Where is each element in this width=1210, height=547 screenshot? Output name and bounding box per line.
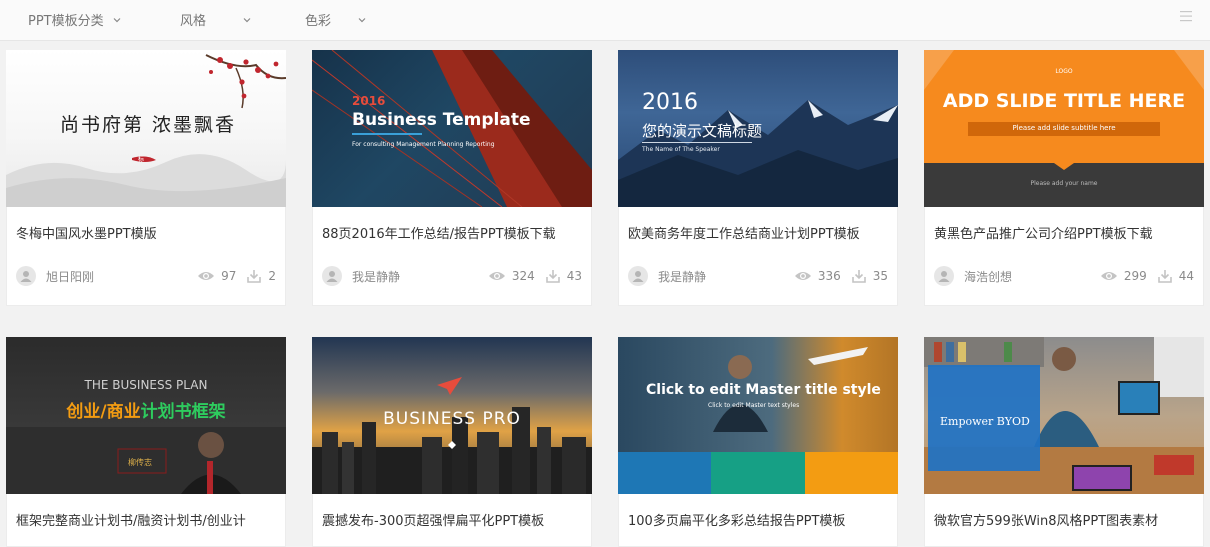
filter-style[interactable]: 风格 xyxy=(180,10,252,29)
card-meta: 海浩创想 299 44 xyxy=(934,266,1194,286)
template-title[interactable]: 88页2016年工作总结/报告PPT模板下载 xyxy=(322,223,582,242)
eye-icon xyxy=(1100,272,1117,280)
thumbnail-subheading: For consulting Management Planning Repor… xyxy=(352,141,495,148)
filter-color[interactable]: 色彩 xyxy=(305,10,367,29)
template-thumbnail[interactable]: LOGO ADD SLIDE TITLE HERE Please add sli… xyxy=(924,50,1204,207)
thumbnail-subheading: Click to edit Master text styles xyxy=(708,402,800,409)
thumbnail-year: 2016 xyxy=(642,90,698,115)
chevron-down-icon xyxy=(358,17,366,22)
template-card[interactable]: Empower BYOD 微软官方599张Win8风格PPT图表素材 xyxy=(924,337,1204,547)
eye-icon xyxy=(794,272,811,280)
thumbnail-year: 2016 xyxy=(352,94,386,108)
thumbnail-kicker: THE BUSINESS PLAN xyxy=(84,378,208,392)
view-count: 97 xyxy=(197,269,236,283)
download-count: 43 xyxy=(545,268,582,284)
template-card[interactable]: LOGO ADD SLIDE TITLE HERE Please add sli… xyxy=(924,50,1204,306)
traveler-art xyxy=(618,347,898,494)
thumbnail-heading: Business Template xyxy=(352,110,531,130)
avatar[interactable] xyxy=(934,266,954,286)
author-name[interactable]: 海浩创想 xyxy=(964,268,1012,285)
download-icon xyxy=(545,270,560,283)
download-icon xyxy=(247,270,262,283)
template-card[interactable]: Click to edit Master title style Click t… xyxy=(618,337,898,547)
user-icon xyxy=(326,271,338,282)
divider xyxy=(642,142,752,143)
thumbnail-name: Please add your name xyxy=(1030,180,1098,187)
thumbnail-heading: Empower BYOD xyxy=(940,415,1030,428)
thumbnail-stamp: 标 xyxy=(138,156,145,163)
user-icon xyxy=(632,271,644,282)
thumbnail-badge: 柳传志 xyxy=(128,458,152,467)
template-title[interactable]: 框架完整商业计划书/融资计划书/创业计 xyxy=(16,510,276,529)
eye-icon xyxy=(198,272,215,280)
menu-icon[interactable] xyxy=(1178,8,1194,24)
card-meta: 我是静静 324 43 xyxy=(322,266,582,286)
thumbnail-heading: BUSINESS PRO xyxy=(383,409,521,429)
thumbnail-logo-text: LOGO xyxy=(1055,68,1073,75)
filter-style-label: 风格 xyxy=(180,14,207,29)
filter-category-label: PPT模板分类 xyxy=(28,14,104,29)
template-title[interactable]: 100多页扁平化多彩总结报告PPT模板 xyxy=(628,510,888,529)
thumbnail-subheading: The Name of The Speaker xyxy=(642,146,720,153)
author-name[interactable]: 旭日阳刚 xyxy=(46,268,94,285)
template-card[interactable]: BUSINESS PRO 震撼发布-300页超强悍扁平化PPT模板 xyxy=(312,337,592,547)
template-card[interactable]: 尚书府第 浓墨飘香 标 冬梅中国风水墨PPT模版 旭日阳刚 97 2 xyxy=(6,50,286,306)
filter-category[interactable]: PPT模板分类 xyxy=(28,10,122,29)
template-thumbnail[interactable]: Click to edit Master title style Click t… xyxy=(618,337,898,494)
user-icon xyxy=(20,271,32,282)
avatar[interactable] xyxy=(322,266,342,286)
template-thumbnail[interactable]: Empower BYOD xyxy=(924,337,1204,494)
template-thumbnail[interactable]: BUSINESS PRO xyxy=(312,337,592,494)
template-card[interactable]: THE BUSINESS PLAN 创业/商业计划书框架 柳传志 框架完整商业计… xyxy=(6,337,286,547)
download-count: 44 xyxy=(1157,268,1194,284)
thumbnail-subheading: Please add slide subtitle here xyxy=(1012,124,1116,132)
card-meta: 我是静静 336 35 xyxy=(628,266,888,286)
download-count: 35 xyxy=(851,268,888,284)
template-card[interactable]: 2016 Business Template For consulting Ma… xyxy=(312,50,592,306)
chevron-down-icon xyxy=(243,17,251,22)
thumbnail-heading: 尚书府第 浓墨飘香 xyxy=(60,114,237,136)
template-thumbnail[interactable]: THE BUSINESS PLAN 创业/商业计划书框架 柳传志 xyxy=(6,337,286,494)
template-card[interactable]: 2016 您的演示文稿标题 The Name of The Speaker 欧美… xyxy=(618,50,898,306)
chevron-down-icon xyxy=(113,17,121,22)
thumbnail-heading: 您的演示文稿标题 xyxy=(642,122,763,140)
author-name[interactable]: 我是静静 xyxy=(352,268,400,285)
filter-bar: PPT模板分类 风格 色彩 xyxy=(0,0,1210,41)
avatar[interactable] xyxy=(16,266,36,286)
avatar[interactable] xyxy=(628,266,648,286)
template-title[interactable]: 冬梅中国风水墨PPT模版 xyxy=(16,223,276,242)
thumbnail-heading: ADD SLIDE TITLE HERE xyxy=(942,90,1186,112)
view-count: 336 xyxy=(794,269,841,283)
template-title[interactable]: 微软官方599张Win8风格PPT图表素材 xyxy=(934,510,1194,529)
view-count: 299 xyxy=(1100,269,1147,283)
template-title[interactable]: 震撼发布-300页超强悍扁平化PPT模板 xyxy=(322,510,582,529)
template-thumbnail[interactable]: 尚书府第 浓墨飘香 标 xyxy=(6,50,286,207)
template-thumbnail[interactable]: 2016 Business Template For consulting Ma… xyxy=(312,50,592,207)
download-count: 2 xyxy=(246,268,276,284)
template-title[interactable]: 欧美商务年度工作总结商业计划PPT模板 xyxy=(628,223,888,242)
accent-line xyxy=(352,133,422,135)
author-name[interactable]: 我是静静 xyxy=(658,268,706,285)
template-thumbnail[interactable]: 2016 您的演示文稿标题 The Name of The Speaker xyxy=(618,50,898,207)
view-count: 324 xyxy=(488,269,535,283)
filter-color-label: 色彩 xyxy=(305,14,332,29)
card-meta: 旭日阳刚 97 2 xyxy=(16,266,276,286)
thumbnail-heading: 创业/商业计划书框架 xyxy=(66,402,226,422)
eye-icon xyxy=(488,272,505,280)
template-title[interactable]: 黄黑色产品推广公司介绍PPT模板下载 xyxy=(934,223,1194,242)
user-icon xyxy=(938,271,950,282)
thumbnail-heading: Click to edit Master title style xyxy=(646,382,881,398)
download-icon xyxy=(851,270,866,283)
download-icon xyxy=(1157,270,1172,283)
